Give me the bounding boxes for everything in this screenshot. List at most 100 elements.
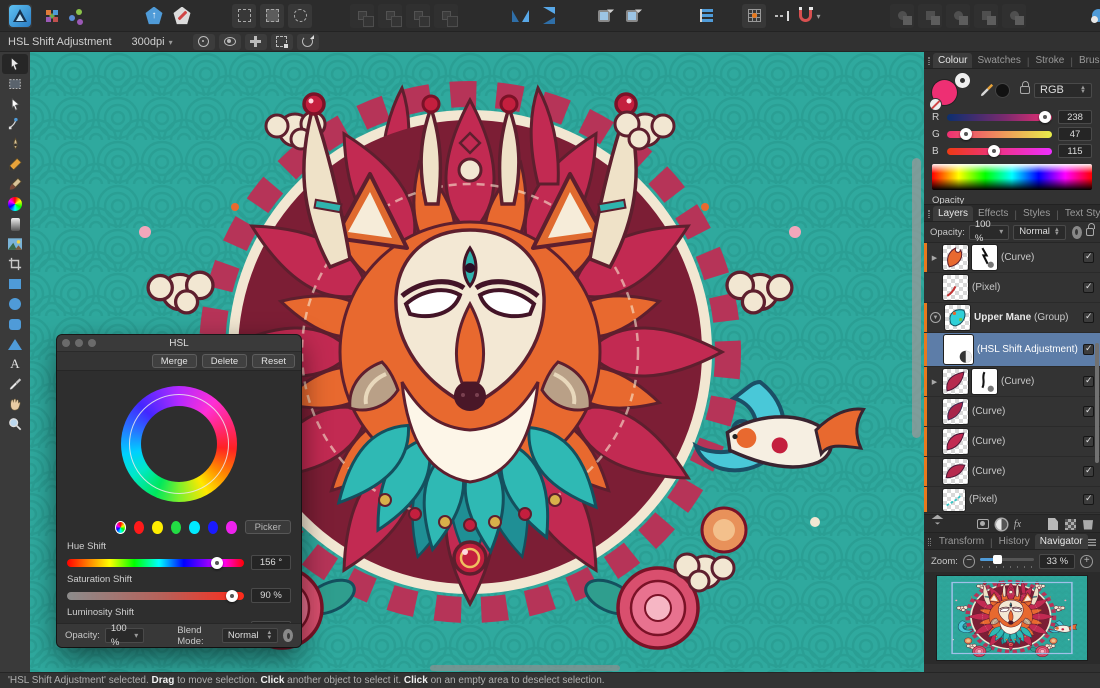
zoom-value[interactable]: 33 % <box>1039 553 1076 569</box>
tab-text-styles[interactable]: Text Styles <box>1060 206 1100 221</box>
red-swatch[interactable] <box>133 520 145 534</box>
layer-row-group[interactable]: ▼ Upper Mane (Group) <box>924 303 1100 333</box>
app-logo-button[interactable] <box>8 3 32 28</box>
r-slider[interactable] <box>947 111 1052 123</box>
panel-menu-icon[interactable] <box>1087 539 1096 546</box>
g-knob[interactable] <box>959 128 972 140</box>
move-forward-button[interactable] <box>378 3 402 28</box>
layer-row[interactable]: (Curve) <box>924 397 1100 427</box>
snapping-button[interactable] <box>798 4 822 28</box>
tool-move[interactable] <box>2 54 28 74</box>
tool-marquee[interactable] <box>2 74 28 94</box>
tool-crop[interactable] <box>2 254 28 274</box>
tab-navigator[interactable]: Navigator <box>1034 534 1088 549</box>
lock-icon[interactable] <box>1085 223 1096 236</box>
snap-mode-button[interactable] <box>770 4 794 28</box>
dialog-opacity-dropdown[interactable]: 100 % <box>104 623 145 647</box>
boolean-add-button[interactable] <box>890 3 914 28</box>
tool-node[interactable] <box>2 94 28 114</box>
layers-scrollbar[interactable] <box>1095 343 1099 463</box>
flip-horizontal-button[interactable] <box>508 4 532 28</box>
layer-row[interactable]: ▶ (Curve) <box>924 243 1100 273</box>
new-layer-icon[interactable] <box>1048 518 1058 530</box>
adjustment-layer-icon[interactable] <box>995 518 1007 530</box>
new-pixel-layer-icon[interactable] <box>1065 518 1076 530</box>
delete-button[interactable]: Delete <box>201 354 248 368</box>
layers-blend-dropdown[interactable]: Normal <box>1013 224 1066 240</box>
colour-mode-dropdown[interactable]: RGB <box>1034 82 1092 98</box>
tool-colour-picker[interactable] <box>2 374 28 394</box>
tab-history[interactable]: History <box>994 534 1035 549</box>
blue-swatch[interactable] <box>207 520 219 534</box>
layer-visibility-checkbox[interactable] <box>1083 375 1094 387</box>
canvas-vertical-scrollbar[interactable] <box>912 158 921 438</box>
cycle-selection-button[interactable] <box>296 33 319 50</box>
eyedropper-icon[interactable] <box>980 82 994 98</box>
move-backward-button[interactable] <box>406 3 430 28</box>
dpi-dropdown[interactable]: 300dpi <box>132 36 173 48</box>
picker-button[interactable]: Picker <box>244 520 291 534</box>
r-knob[interactable] <box>1038 111 1051 123</box>
move-to-front-button[interactable] <box>350 3 374 28</box>
tab-colour[interactable]: Colour <box>933 53 973 68</box>
layer-visibility-checkbox[interactable] <box>1083 405 1094 417</box>
layer-effects-icon[interactable]: fx <box>1014 519 1021 530</box>
delete-layer-icon[interactable] <box>1083 520 1093 530</box>
g-value[interactable]: 47 <box>1058 127 1092 141</box>
tab-styles[interactable]: Styles <box>1018 206 1055 221</box>
pan-button[interactable] <box>244 33 267 50</box>
panel-drag-grip[interactable] <box>928 210 930 218</box>
saturation-shift-value[interactable]: 90 % <box>251 588 291 603</box>
target-button[interactable] <box>192 33 215 50</box>
tool-rounded-rectangle[interactable] <box>2 314 28 334</box>
disclosure-icon[interactable]: ▶ <box>930 254 939 262</box>
layer-row[interactable]: ▶ (Curve) <box>924 367 1100 397</box>
panel-drag-grip[interactable] <box>928 538 931 546</box>
tool-pen[interactable] <box>2 134 28 154</box>
tool-ellipse[interactable] <box>2 294 28 314</box>
g-slider[interactable] <box>947 128 1052 140</box>
tool-place-image[interactable] <box>2 234 28 254</box>
snapping-dropdown-caret[interactable] <box>814 10 820 22</box>
gear-icon[interactable] <box>281 627 295 644</box>
panel-drag-grip[interactable] <box>928 57 930 65</box>
hue-slider-knob[interactable] <box>211 556 224 569</box>
layer-visibility-checkbox[interactable] <box>1083 311 1094 323</box>
lasso-select-button[interactable] <box>288 3 312 28</box>
tab-layers[interactable]: Layers <box>933 206 974 221</box>
rotate-cw-button[interactable] <box>620 4 644 28</box>
layer-row-selected[interactable]: (HSL Shift Adjustment) <box>924 333 1100 367</box>
zoom-out-button[interactable]: − <box>962 554 976 568</box>
select-object-button[interactable] <box>260 3 284 28</box>
layer-row[interactable]: (Curve) <box>924 457 1100 487</box>
tool-point-transform[interactable] <box>2 114 28 134</box>
tool-text[interactable]: A <box>2 354 28 374</box>
stroke-swatch[interactable] <box>955 73 970 88</box>
preview-button[interactable] <box>218 33 241 50</box>
hsl-color-wheel[interactable] <box>121 386 237 502</box>
layer-visibility-checkbox[interactable] <box>1083 281 1094 293</box>
green-swatch[interactable] <box>170 520 182 534</box>
transform-origin-button[interactable] <box>270 33 293 50</box>
canvas-viewport[interactable]: HSL Merge Delete Reset Picker Hue Shift … <box>30 52 924 672</box>
zoom-slider[interactable] <box>980 554 1035 568</box>
colour-spectrum[interactable] <box>932 164 1092 190</box>
saturation-shift-slider[interactable] <box>67 589 244 602</box>
tab-transform[interactable]: Transform <box>934 534 989 549</box>
layers-opacity-dropdown[interactable]: 100 % <box>968 219 1010 244</box>
disclosure-open-icon[interactable]: ▼ <box>930 312 941 323</box>
tool-triangle[interactable] <box>2 334 28 354</box>
magenta-swatch[interactable] <box>226 520 237 534</box>
layer-visibility-checkbox[interactable] <box>1083 343 1094 355</box>
reset-button[interactable]: Reset <box>252 354 295 368</box>
layer-row[interactable]: (Pixel) <box>924 487 1100 513</box>
flip-vertical-button[interactable] <box>536 4 560 28</box>
layer-visibility-checkbox[interactable] <box>1083 465 1094 477</box>
picked-colour-swatch[interactable] <box>996 83 1009 97</box>
b-slider[interactable] <box>947 145 1052 157</box>
share-button[interactable] <box>68 4 92 28</box>
yellow-swatch[interactable] <box>152 520 163 534</box>
tool-vector-brush[interactable] <box>2 194 28 214</box>
insert-behind-button[interactable] <box>1086 4 1100 28</box>
hsl-dialog-titlebar[interactable]: HSL <box>57 335 301 352</box>
